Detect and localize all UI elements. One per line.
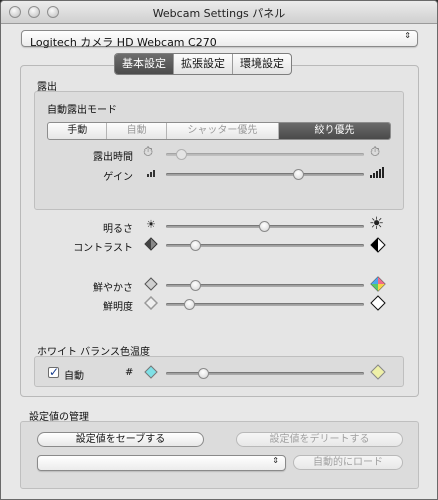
white-balance-slider-track[interactable]	[166, 372, 364, 375]
tab-advanced[interactable]: 拡張設定	[174, 54, 233, 74]
camera-select[interactable]: Logitech カメラ HD Webcam C270 ⇕	[21, 30, 418, 49]
saturation-low-icon	[144, 277, 158, 291]
sharpness-slider-track[interactable]	[166, 303, 364, 306]
sun-small-icon: ☀	[146, 218, 156, 231]
sharpness-label: 鮮明度	[103, 302, 133, 313]
brightness-slider-knob[interactable]	[259, 221, 270, 232]
updown-arrows-icon: ⇕	[272, 456, 279, 465]
save-settings-button[interactable]: 設定値をセーブする	[37, 432, 204, 447]
window-title: Webcam Settings パネル	[152, 7, 286, 20]
warm-color-icon	[370, 364, 386, 380]
exposure-time-slider-track[interactable]	[166, 153, 364, 156]
sharpness-high-icon	[370, 295, 386, 311]
auto-exposure-mode-label: 自動露出モード	[47, 105, 117, 116]
exposure-mode-segmented-control: 手動 自動 シャッター優先 絞り優先	[47, 122, 391, 140]
tab-basic[interactable]: 基本設定	[115, 54, 174, 74]
sharpness-low-icon	[144, 296, 158, 310]
exposure-time-label: 露出時間	[93, 152, 133, 163]
gain-slider-knob[interactable]	[292, 169, 304, 180]
saturation-label: 鮮やかさ	[93, 283, 133, 294]
sharpness-slider-knob[interactable]	[183, 299, 195, 310]
gain-slider-track[interactable]	[166, 173, 364, 176]
sun-large-icon: ☀	[369, 214, 385, 234]
contrast-slider-knob[interactable]	[189, 240, 201, 251]
webcam-settings-window: Webcam Settings パネル Logitech カメラ HD Webc…	[0, 0, 438, 500]
contrast-high-icon	[370, 237, 386, 253]
cool-color-icon	[144, 365, 158, 379]
updown-arrows-icon: ⇕	[404, 31, 411, 40]
contrast-low-icon	[144, 237, 158, 251]
checkmark-icon: ✓	[49, 365, 60, 379]
gain-label: ゲイン	[103, 172, 133, 183]
mode-aperture-priority[interactable]: 絞り優先	[278, 123, 390, 139]
tab-bar: 基本設定 拡張設定 環境設定	[114, 53, 292, 75]
brightness-label: 明るさ	[103, 224, 133, 235]
contrast-label: コントラスト	[73, 243, 133, 254]
white-balance-auto-label: 自動	[64, 371, 84, 382]
saturation-slider-knob[interactable]	[189, 280, 201, 291]
autoload-button[interactable]: 自動的にロード	[293, 455, 403, 470]
tab-preferences[interactable]: 環境設定	[233, 54, 291, 74]
white-balance-auto-checkbox[interactable]: ✓	[48, 365, 60, 379]
title-bar: Webcam Settings パネル	[1, 1, 437, 24]
signal-high-icon	[370, 167, 384, 178]
white-balance-slider-knob[interactable]	[197, 368, 209, 379]
stopwatch-icon: ⏱	[143, 145, 154, 160]
saturation-high-icon	[370, 276, 386, 292]
preset-select[interactable]: ⇕	[37, 455, 286, 471]
mode-shutter-priority[interactable]: シャッター優先	[167, 123, 279, 139]
camera-select-value: Logitech カメラ HD Webcam C270	[30, 36, 217, 49]
mode-manual[interactable]: 手動	[48, 123, 108, 139]
stopwatch-icon: ⏱	[370, 145, 381, 160]
signal-low-icon	[147, 170, 155, 177]
exposure-time-slider-knob[interactable]	[175, 149, 187, 160]
hash-label: #	[125, 367, 134, 378]
mode-auto[interactable]: 自動	[107, 123, 167, 139]
delete-settings-button[interactable]: 設定値をデリートする	[236, 432, 403, 447]
